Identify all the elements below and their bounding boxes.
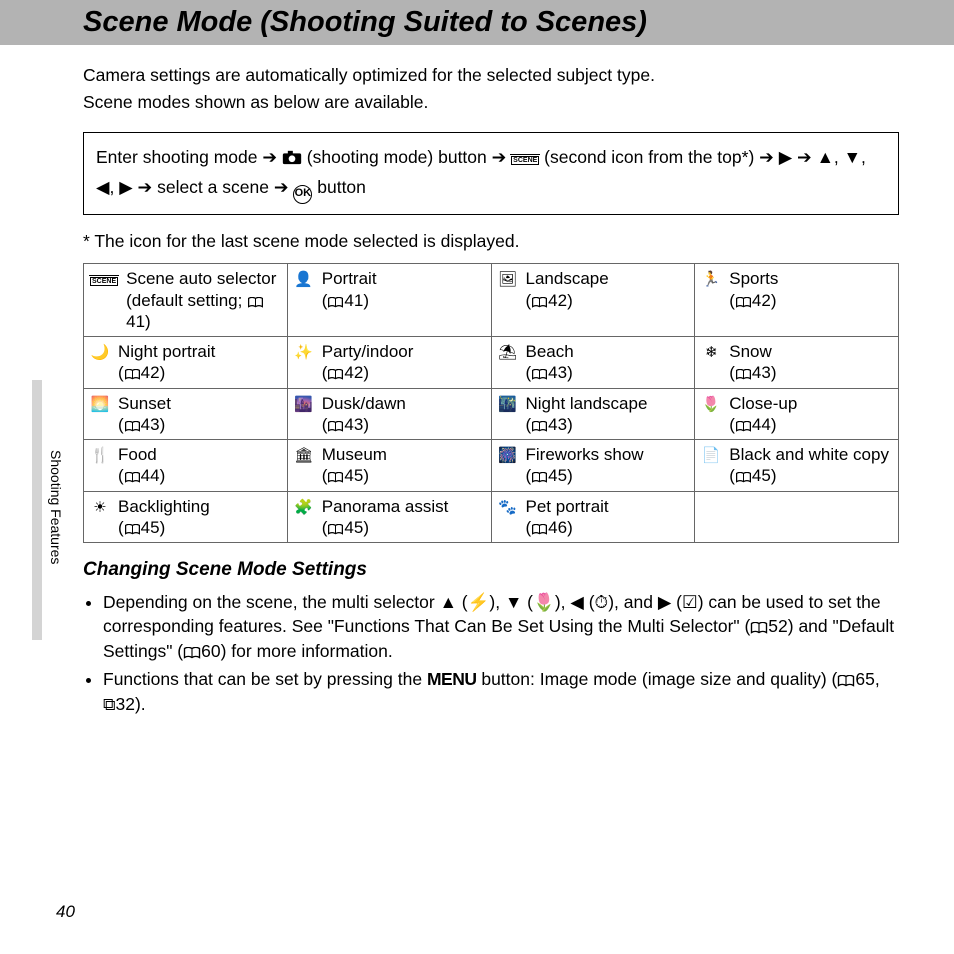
- scene-cell: SCENEScene auto selector (default settin…: [84, 264, 288, 337]
- scene-cell: 📄Black and white copy (45): [695, 440, 899, 492]
- intro: Camera settings are automatically optimi…: [83, 63, 899, 114]
- ok-button-icon: OK: [293, 185, 312, 204]
- page-number: 40: [56, 902, 75, 922]
- scene-cell: ✨Party/indoor(42): [287, 337, 491, 389]
- settings-bullets: Depending on the scene, the multi select…: [103, 590, 899, 717]
- scene-cell: 🐾Pet portrait(46): [491, 491, 695, 543]
- scene-cell: 🖼Landscape(42): [491, 264, 695, 337]
- scene-cell: 🌅Sunset(43): [84, 388, 288, 440]
- menu-button-label: MENU: [427, 669, 477, 689]
- side-section-tab: Shooting Features: [32, 380, 72, 640]
- footnote: * The icon for the last scene mode selec…: [83, 229, 899, 254]
- scene-mode-icon: SCENE: [511, 156, 539, 165]
- scene-cell: 🌙Night portrait(42): [84, 337, 288, 389]
- camera-icon: [282, 150, 302, 165]
- scene-cell: 🌆Dusk/dawn(43): [287, 388, 491, 440]
- scene-cell: 🎆Fireworks show(45): [491, 440, 695, 492]
- scene-cell: 🌷Close-up(44): [695, 388, 899, 440]
- scene-cell: 🏃Sports(42): [695, 264, 899, 337]
- scene-cell: 🌃Night landscape(43): [491, 388, 695, 440]
- page-title: Scene Mode (Shooting Suited to Scenes): [0, 0, 954, 45]
- scene-cell: 🏛Museum(45): [287, 440, 491, 492]
- scene-cell: ⛱Beach(43): [491, 337, 695, 389]
- scene-cell: 🍴Food(44): [84, 440, 288, 492]
- scene-cell: [695, 491, 899, 543]
- subheading: Changing Scene Mode Settings: [83, 557, 899, 584]
- navigation-instructions: Enter shooting mode ➔ (shooting mode) bu…: [83, 132, 899, 215]
- scene-cell: ☀Backlighting(45): [84, 491, 288, 543]
- scene-mode-table: SCENEScene auto selector (default settin…: [83, 263, 899, 543]
- scene-cell: 👤Portrait(41): [287, 264, 491, 337]
- scene-cell: ❄Snow(43): [695, 337, 899, 389]
- scene-cell: 🧩Panorama assist(45): [287, 491, 491, 543]
